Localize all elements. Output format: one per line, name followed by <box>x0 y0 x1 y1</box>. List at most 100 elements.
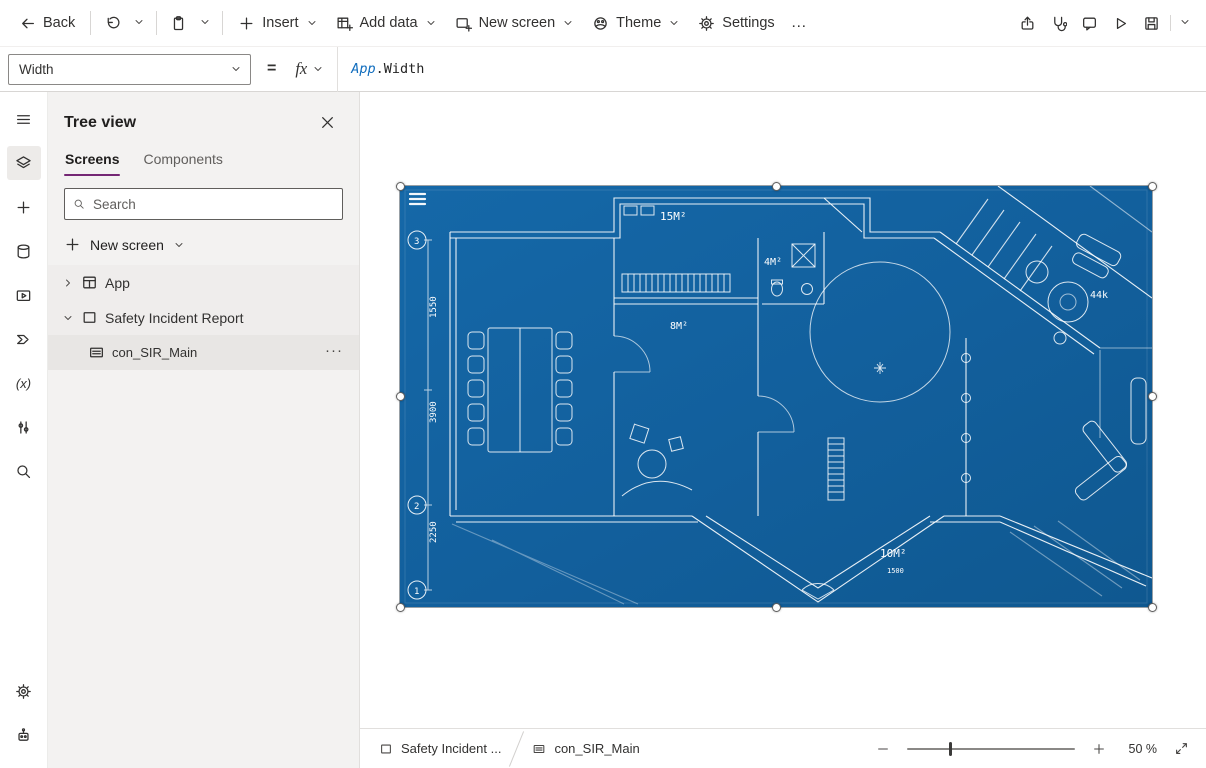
theme-label: Theme <box>616 15 662 31</box>
comment-icon <box>1083 17 1096 31</box>
property-selector[interactable]: Width <box>8 53 251 85</box>
add-data-label: Add data <box>359 15 418 31</box>
tab-components[interactable]: Components <box>142 148 223 176</box>
search-icon <box>17 464 31 478</box>
breadcrumb-screen[interactable]: Safety Incident ... <box>366 729 514 768</box>
insert-button[interactable]: Insert <box>229 8 326 39</box>
undo-button[interactable] <box>97 8 128 39</box>
rail-advanced-tools-button[interactable] <box>7 410 41 444</box>
settings-label: Settings <box>722 15 775 31</box>
canvas-column: 15M² 4M² 8M² 10M² 1500 44k 3 2 1 1550 39… <box>360 92 1206 768</box>
chevron-down-icon <box>199 16 211 28</box>
tree-item-label: con_SIR_Main <box>112 345 198 360</box>
add-data-icon <box>337 17 353 31</box>
hamburger-icon <box>17 114 30 124</box>
selection-handle-bottom-middle[interactable] <box>771 602 781 612</box>
breadcrumb-screen-label: Safety Incident ... <box>401 741 502 756</box>
chevron-down-icon[interactable] <box>62 312 74 324</box>
screen-icon <box>81 309 98 326</box>
tree-view-panel: Tree view Screens Components New screen … <box>48 92 360 768</box>
fit-to-window-button[interactable] <box>1171 738 1192 759</box>
selection-handle-middle-left[interactable] <box>395 392 405 401</box>
chevron-right-icon[interactable] <box>62 277 74 289</box>
selection-handle-bottom-right[interactable] <box>1147 602 1157 612</box>
selection-handle-bottom-left[interactable] <box>395 602 405 612</box>
toolbar-overflow-button[interactable]: … <box>784 8 815 38</box>
share-button[interactable] <box>1012 8 1043 39</box>
blueprint-image[interactable]: 15M² 4M² 8M² 10M² 1500 44k 3 2 1 1550 39… <box>400 186 1152 607</box>
dim-label-2250: 2250 <box>429 521 439 543</box>
zoom-slider-thumb[interactable] <box>949 741 952 756</box>
chevron-down-icon <box>1179 16 1191 28</box>
zoom-out-button[interactable] <box>873 739 893 759</box>
toolbar-divider <box>156 11 158 35</box>
breadcrumb-container[interactable]: con_SIR_Main <box>519 729 652 768</box>
rail-tree-view-button[interactable] <box>6 146 41 180</box>
rail-insert-button[interactable] <box>7 190 41 224</box>
zoom-slider-track[interactable] <box>907 747 1075 750</box>
save-icon <box>1145 16 1158 30</box>
paste-menu-button[interactable] <box>194 8 216 38</box>
selection-handle-middle-right[interactable] <box>1147 392 1157 401</box>
breadcrumb-container-label: con_SIR_Main <box>554 741 640 756</box>
theme-button[interactable]: Theme <box>583 8 689 39</box>
tree-search-input[interactable] <box>93 196 334 212</box>
rail-variables-button[interactable]: (x) <box>7 366 41 400</box>
formula-bar-divider <box>337 46 339 92</box>
save-menu-button[interactable] <box>1174 8 1196 38</box>
save-button[interactable] <box>1136 8 1167 39</box>
breadcrumb: Safety Incident ... con_SIR_Main <box>366 729 653 768</box>
add-data-button[interactable]: Add data <box>327 8 446 39</box>
gear-icon <box>698 15 715 32</box>
tree-item-app[interactable]: App <box>48 265 359 300</box>
selection-handle-top-left[interactable] <box>395 181 405 191</box>
database-icon <box>17 243 30 259</box>
selected-image-control[interactable]: 15M² 4M² 8M² 10M² 1500 44k 3 2 1 1550 39… <box>399 185 1153 608</box>
app-checker-button[interactable] <box>1043 8 1074 39</box>
minus-icon <box>878 747 888 750</box>
chevron-down-icon <box>312 63 324 75</box>
fx-menu-button[interactable]: fx <box>289 47 337 91</box>
variables-icon: (x) <box>15 375 32 391</box>
tree-item-container-con-sir-main[interactable]: con_SIR_Main ··· <box>48 335 359 370</box>
rail-data-button[interactable] <box>7 234 41 268</box>
chevron-down-icon <box>562 17 574 29</box>
new-screen-tree-button[interactable]: New screen <box>48 226 359 265</box>
settings-button[interactable]: Settings <box>689 8 783 39</box>
undo-menu-button[interactable] <box>128 8 150 38</box>
chevron-down-icon <box>133 16 145 28</box>
zoom-in-button[interactable] <box>1089 739 1109 759</box>
rail-power-automate-button[interactable] <box>7 322 41 356</box>
preview-app-button[interactable] <box>1105 8 1136 39</box>
selection-handle-top-middle[interactable] <box>771 181 781 191</box>
plus-icon <box>1092 742 1106 756</box>
rail-settings-button[interactable] <box>7 674 41 708</box>
new-screen-button[interactable]: New screen <box>446 8 584 39</box>
plus-icon <box>64 236 81 253</box>
zoom-slider[interactable] <box>907 741 1075 757</box>
blueprint-label-10m: 10M² <box>880 547 907 560</box>
power-apps-studio: { "topbar": { "back_label": "Back", "ins… <box>0 0 1206 768</box>
selection-handle-top-right[interactable] <box>1147 181 1157 191</box>
formula-input[interactable]: App.Width <box>351 61 424 77</box>
rail-menu-button[interactable] <box>7 102 41 136</box>
tree-item-screen-safety-incident-report[interactable]: Safety Incident Report <box>48 300 359 335</box>
tree-search-box <box>64 188 343 220</box>
tab-screens[interactable]: Screens <box>64 148 121 176</box>
container-icon <box>532 742 546 756</box>
screen-icon <box>379 742 393 756</box>
tree-view-close-button[interactable] <box>312 107 343 138</box>
stethoscope-icon <box>1054 16 1067 31</box>
design-canvas[interactable]: 15M² 4M² 8M² 10M² 1500 44k 3 2 1 1550 39… <box>360 92 1206 728</box>
paste-button[interactable] <box>163 8 194 39</box>
fx-label: fx <box>295 59 308 78</box>
rail-virtual-agent-button[interactable] <box>7 718 41 752</box>
clipboard-icon <box>174 15 184 30</box>
dim-label-3900: 3900 <box>429 401 439 423</box>
rail-search-button[interactable] <box>7 454 41 488</box>
comments-button[interactable] <box>1074 8 1105 39</box>
tree-item-overflow-button[interactable]: ··· <box>325 342 351 363</box>
rail-media-button[interactable] <box>7 278 41 312</box>
back-button[interactable]: Back <box>10 8 84 39</box>
blueprint-label-4m: 4M² <box>764 257 782 268</box>
